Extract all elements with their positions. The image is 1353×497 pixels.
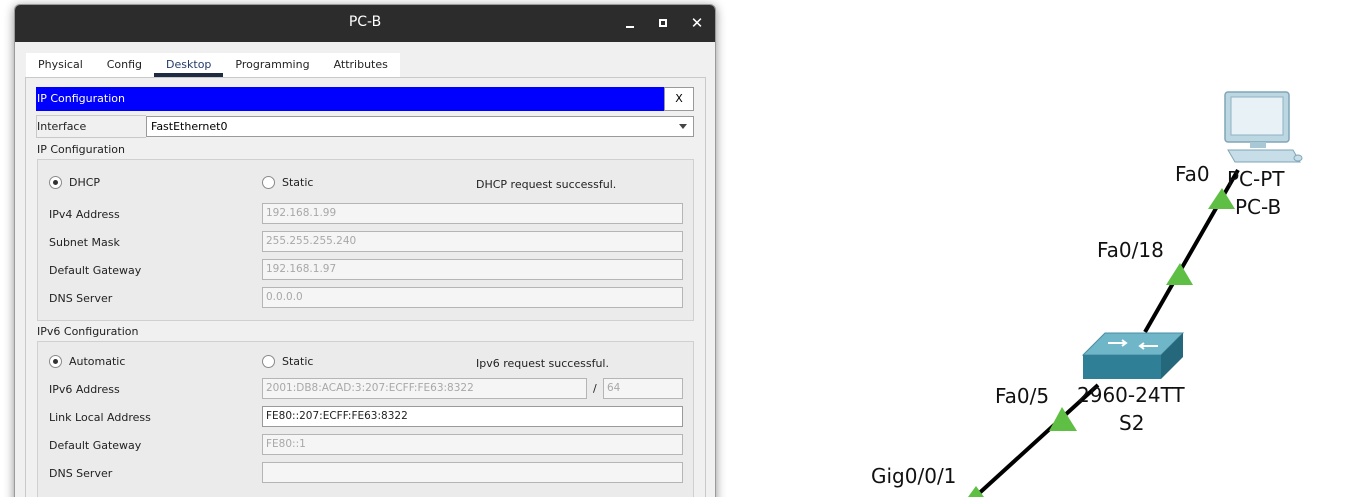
port-indicator-switch-upper	[1166, 263, 1193, 285]
computer-icon	[1224, 91, 1303, 163]
ipv6-section-title: IPv6 Configuration	[37, 325, 139, 338]
ipv6-prefix-field[interactable]: 64	[603, 378, 683, 399]
link-local-field[interactable]: FE80::207:ECFF:FE63:8322	[262, 406, 683, 427]
dhcp-label: DHCP	[69, 176, 101, 189]
screen: Fa0 PC-PT PC-B Fa0/18 Fa0/5 2960-24TT S2…	[0, 0, 1353, 497]
ipv6-static-label: Static	[282, 355, 314, 368]
ipv6-address-field[interactable]: 2001:DB8:ACAD:3:207:ECFF:FE63:8322	[262, 378, 587, 399]
ipv4-section-title: IP Configuration	[37, 143, 125, 156]
tab-bar: Physical Config Desktop Programming Attr…	[26, 53, 400, 77]
ipv4-dns-field[interactable]: 0.0.0.0	[262, 287, 683, 308]
dhcp-radio[interactable]: DHCP	[49, 176, 100, 189]
minimize-icon	[626, 26, 634, 28]
link-local-label: Link Local Address	[49, 411, 151, 424]
ipv4-static-radio[interactable]: Static	[262, 176, 313, 189]
switch-lower-port-label: Fa0/5	[995, 384, 1050, 408]
pc-port-label: Fa0	[1175, 162, 1210, 186]
ip-config-close-button[interactable]: X	[664, 87, 694, 111]
prefix-slash: /	[593, 382, 597, 395]
ipv4-gateway-label: Default Gateway	[49, 264, 142, 277]
interface-label: Interface	[37, 120, 87, 133]
automatic-radio[interactable]: Automatic	[49, 355, 125, 368]
ipv6-gateway-label: Default Gateway	[49, 439, 142, 452]
switch-upper-port-label: Fa0/18	[1097, 238, 1164, 262]
interface-select[interactable]: FastEthernet0	[146, 116, 694, 137]
automatic-label: Automatic	[69, 355, 126, 368]
ipv4-dns-label: DNS Server	[49, 292, 113, 305]
ipv6-group: Automatic Static Ipv6 request successful…	[37, 341, 694, 497]
maximize-button[interactable]	[654, 14, 672, 32]
tab-physical[interactable]: Physical	[26, 53, 95, 77]
ipv6-address-label: IPv6 Address	[49, 383, 120, 396]
router-port-label: Gig0/0/1	[871, 464, 957, 488]
radio-checked-icon	[49, 176, 62, 189]
pc-type-label: PC-PT	[1227, 167, 1285, 191]
switch-icon	[1081, 332, 1185, 379]
maximize-icon	[659, 19, 667, 27]
radio-checked-icon	[49, 355, 62, 368]
ipv4-group: DHCP Static DHCP request successful. IPv…	[37, 159, 694, 321]
radio-unchecked-icon	[262, 176, 275, 189]
ipv6-dns-field[interactable]	[262, 462, 683, 483]
subnet-mask-field[interactable]: 255.255.255.240	[262, 231, 683, 252]
subnet-mask-label: Subnet Mask	[49, 236, 120, 249]
chevron-down-icon	[679, 124, 687, 129]
pc-name-label: PC-B	[1235, 195, 1282, 219]
tab-desktop[interactable]: Desktop	[154, 53, 224, 77]
ipv6-static-radio[interactable]: Static	[262, 355, 313, 368]
pc-b-window: PC-B ✕ Physical Config Desktop Programmi…	[14, 4, 716, 497]
radio-unchecked-icon	[262, 355, 275, 368]
switch-name-label: S2	[1119, 411, 1145, 435]
ipv4-gateway-field[interactable]: 192.168.1.97	[262, 259, 683, 280]
close-window-button[interactable]: ✕	[688, 14, 706, 32]
tab-attributes[interactable]: Attributes	[322, 53, 400, 77]
ipv4-address-label: IPv4 Address	[49, 208, 120, 221]
switch-type-label: 2960-24TT	[1077, 383, 1185, 407]
ipv6-gateway-field[interactable]: FE80::1	[262, 434, 683, 455]
ipv6-status: Ipv6 request successful.	[476, 357, 609, 370]
window-title: PC-B	[348, 14, 382, 30]
ipv4-address-field[interactable]: 192.168.1.99	[262, 203, 683, 224]
interface-value: FastEthernet0	[151, 120, 228, 133]
ipv6-dns-label: DNS Server	[49, 467, 113, 480]
window-titlebar[interactable]: PC-B ✕	[15, 5, 715, 42]
tab-programming[interactable]: Programming	[223, 53, 321, 77]
ip-config-header: IP Configuration	[36, 87, 664, 111]
dhcp-status: DHCP request successful.	[476, 178, 617, 191]
close-icon: ✕	[690, 14, 704, 32]
minimize-button[interactable]	[621, 14, 639, 32]
tab-config[interactable]: Config	[95, 53, 154, 77]
ipv4-static-label: Static	[282, 176, 314, 189]
desktop-panel: IP Configuration X Interface FastEtherne…	[25, 77, 706, 497]
port-indicator-pc	[1208, 188, 1235, 209]
